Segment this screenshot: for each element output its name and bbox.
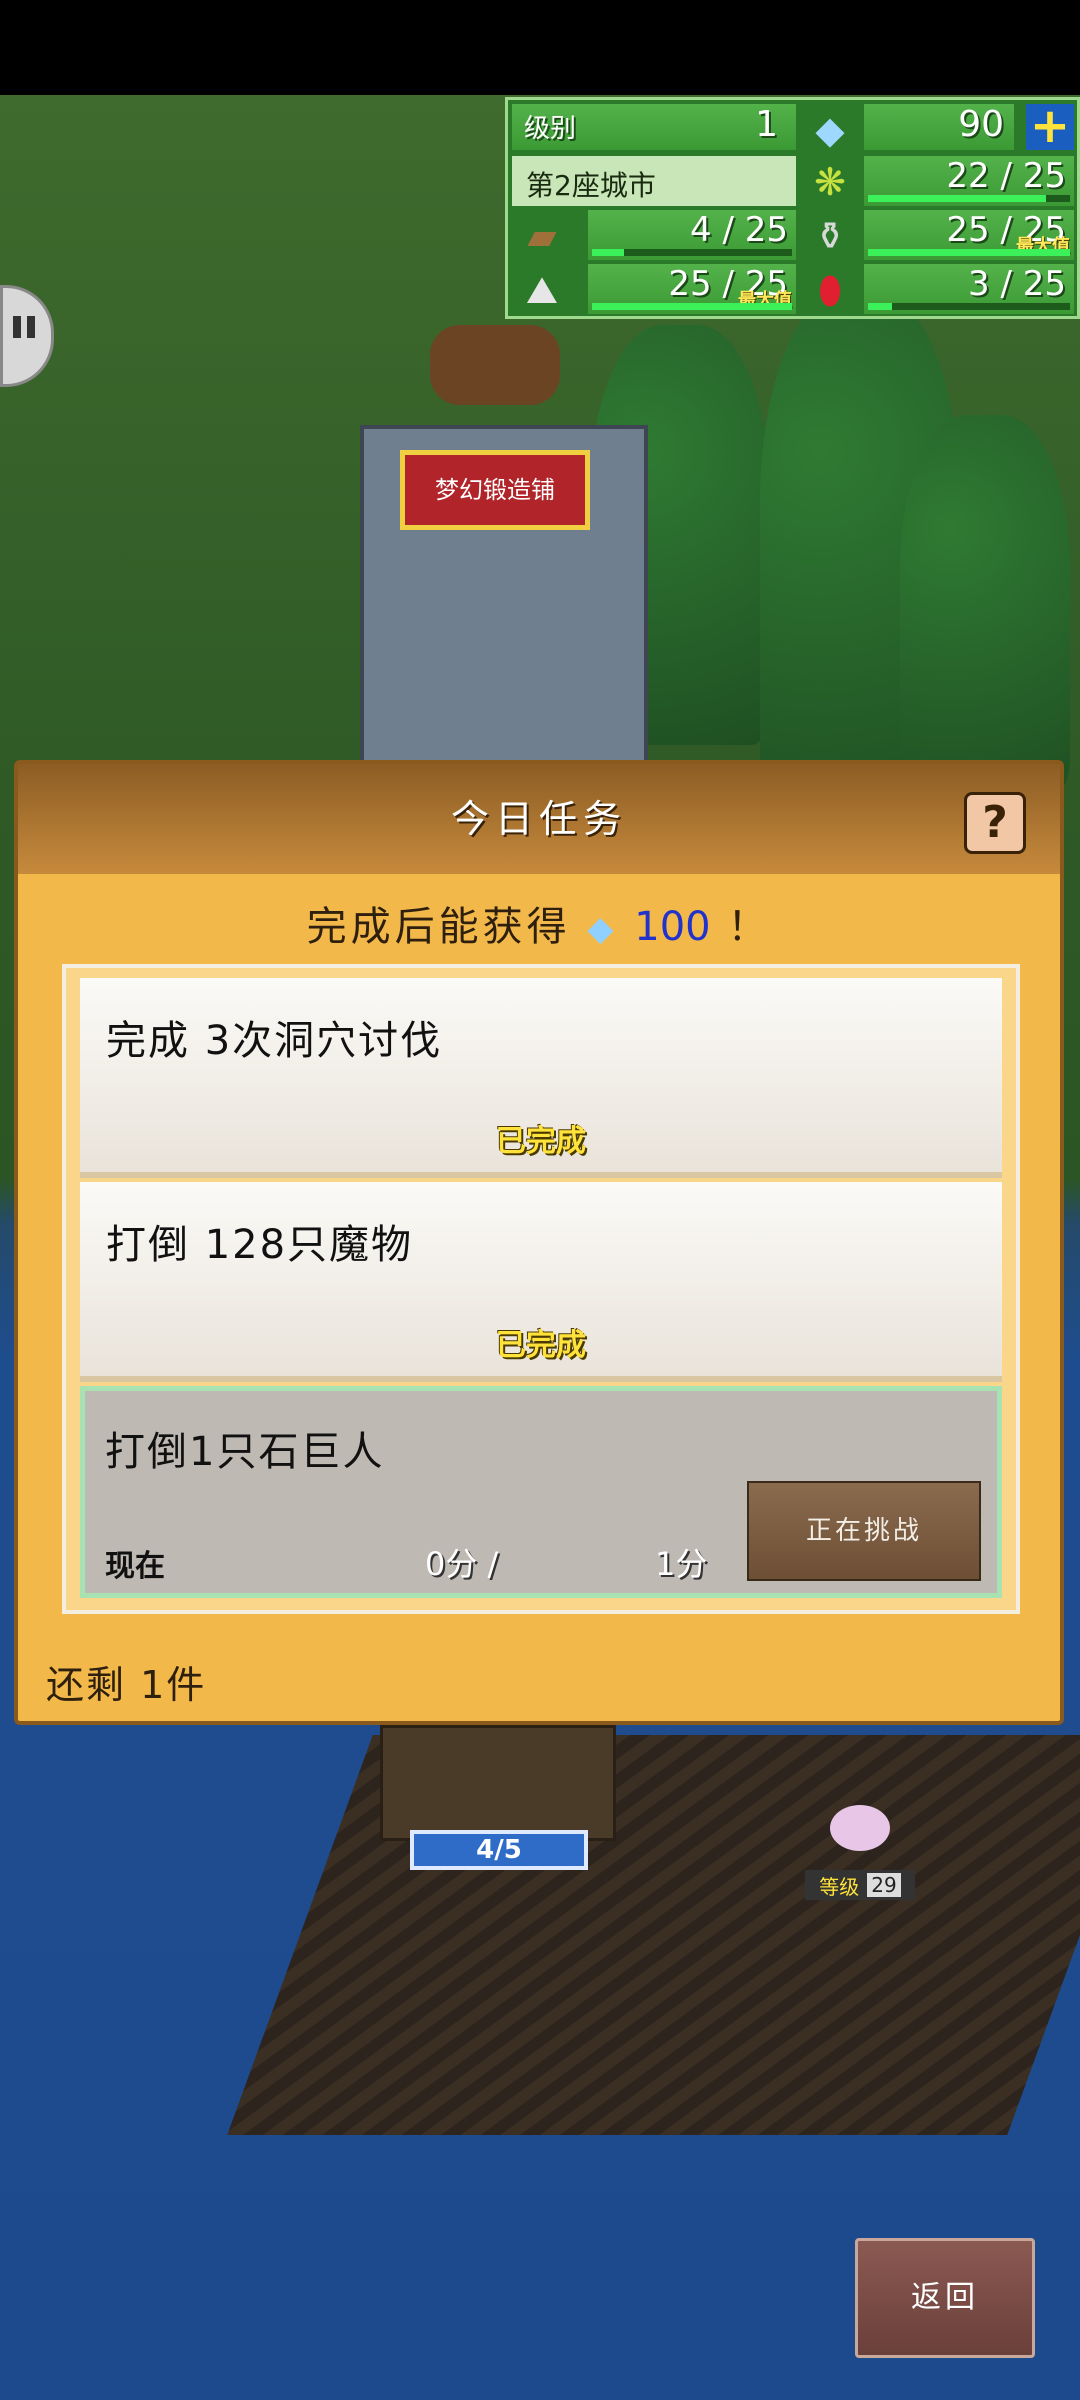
daily-tasks-dialog: 今日任务 ? 完成后能获得 ◆ 100 ！ 完成 3次洞穴讨伐 已完成 打倒 1… — [14, 760, 1064, 1725]
resource-hud: 级别 1 ◆ 90 + 第2座城市 ❋ 22 / 25 ▰ 4 / 25 ⚱ 2… — [505, 97, 1080, 319]
meat-icon: ⚱ — [814, 214, 846, 258]
gem-count: 90 — [958, 104, 1004, 145]
grass-fill-bar — [868, 195, 1046, 202]
grass-count: 22 / 25 — [946, 156, 1066, 196]
help-button[interactable]: ? — [964, 792, 1026, 854]
wood-panel: 4 / 25 — [588, 210, 796, 260]
task-item-active: 打倒1只石巨人 现在 0分 / 1分 正在挑战 — [80, 1386, 1002, 1598]
reward-value: 100 — [634, 904, 711, 950]
dock-house[interactable] — [380, 1725, 616, 1841]
wood-count: 4 / 25 — [690, 210, 788, 250]
task-title: 完成 3次洞穴讨伐 — [106, 1018, 443, 1064]
reward-suffix: ！ — [727, 904, 772, 950]
task-title: 打倒1只石巨人 — [105, 1429, 385, 1475]
city-name: 第2座城市 — [526, 169, 656, 202]
reward-prefix: 完成后能获得 — [306, 904, 571, 950]
level-value: 1 — [755, 104, 778, 145]
progress-label: 现在 — [105, 1549, 165, 1584]
wood-icon: ▰ — [527, 214, 557, 258]
task-status: 已完成 — [496, 1124, 586, 1159]
grass-panel: 22 / 25 — [864, 156, 1074, 206]
ruby-panel: 3 / 25 — [864, 264, 1074, 314]
dock-area — [227, 1735, 1080, 2135]
task-item: 完成 3次洞穴讨伐 已完成 — [80, 978, 1002, 1178]
meat-fill-bar — [868, 249, 1070, 256]
monster-level-label: 等级 — [819, 1874, 860, 1899]
ore-icon: ⛰ — [526, 267, 558, 312]
ruby-icon: ⬮ — [818, 267, 842, 312]
progress-current: 0分 / — [425, 1545, 499, 1583]
meat-panel: 25 / 25 最大值 — [864, 210, 1074, 260]
log-pile — [430, 325, 560, 405]
tree — [900, 415, 1070, 795]
monster-level-value: 29 — [867, 1873, 901, 1897]
monster-sprite[interactable] — [830, 1805, 890, 1851]
gem-panel: 90 — [864, 104, 1014, 150]
ore-panel: 25 / 25 最大值 — [588, 264, 796, 314]
challenging-button[interactable]: 正在挑战 — [747, 1481, 981, 1581]
back-button[interactable]: 返回 — [855, 2238, 1035, 2358]
task-title: 打倒 128只魔物 — [106, 1222, 414, 1268]
wood-fill-bar — [592, 249, 624, 256]
add-gems-button[interactable]: + — [1026, 102, 1074, 150]
grass-icon: ❋ — [814, 160, 846, 204]
reward-text: 完成后能获得 ◆ 100 ！ — [18, 894, 1060, 952]
ruby-count: 3 / 25 — [968, 264, 1066, 304]
level-panel: 级别 1 — [512, 104, 796, 150]
task-status: 已完成 — [496, 1328, 586, 1363]
dialog-title: 今日任务 — [450, 797, 627, 841]
remaining-count: 还剩 1件 — [46, 1663, 207, 1707]
ore-fill-bar — [592, 303, 792, 310]
gem-icon: ◆ — [587, 909, 618, 949]
gem-icon: ◆ — [815, 108, 845, 152]
forge-shop-sign[interactable]: 梦幻锻造铺 — [400, 450, 590, 530]
monster-level-badge: 等级 29 — [805, 1870, 915, 1900]
progress-target: 1分 — [655, 1545, 708, 1583]
ruby-fill-bar — [868, 303, 893, 310]
city-panel: 第2座城市 — [512, 156, 796, 206]
task-item: 打倒 128只魔物 已完成 — [80, 1182, 1002, 1382]
dock-counter: 4/5 — [410, 1830, 588, 1870]
pause-icon[interactable] — [0, 285, 54, 387]
level-label: 级别 — [524, 114, 577, 144]
task-list: 完成 3次洞穴讨伐 已完成 打倒 128只魔物 已完成 打倒1只石巨人 现在 0… — [62, 964, 1020, 1614]
